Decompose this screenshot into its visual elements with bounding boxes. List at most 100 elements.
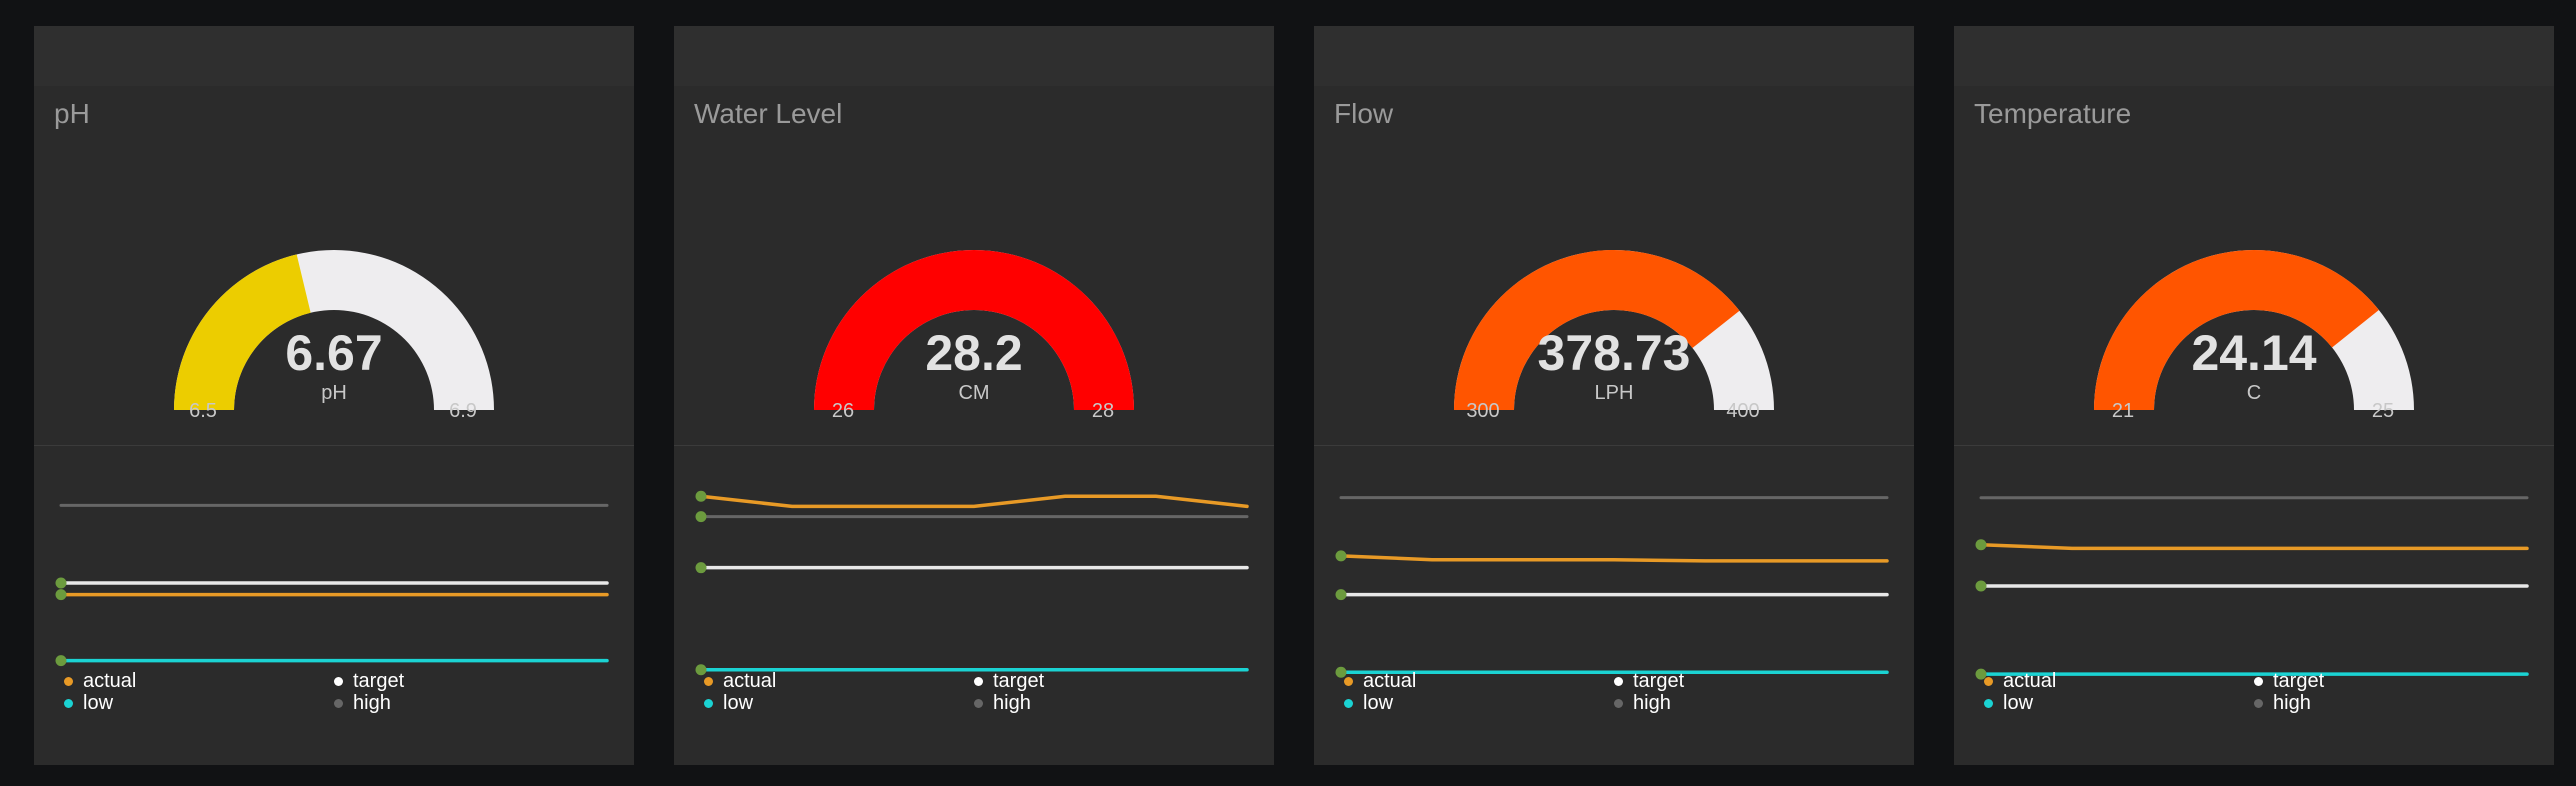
gauge <box>174 250 494 410</box>
legend-item-high[interactable]: high <box>334 692 391 714</box>
legend-item-low[interactable]: low <box>1984 692 2033 714</box>
legend-item-target[interactable]: target <box>974 670 1044 692</box>
legend-label: low <box>83 691 114 714</box>
data-point-actual <box>1975 539 1987 551</box>
legend-dot-actual <box>1344 676 1353 686</box>
divider <box>34 445 634 446</box>
legend-item-low[interactable]: low <box>64 692 113 714</box>
legend-label: high <box>1633 691 1671 714</box>
card-temperature: Temperature 24.14 C 21 25 actual target … <box>1954 26 2554 765</box>
legend-item-low[interactable]: low <box>704 692 753 714</box>
card-title: Flow <box>1334 98 1394 129</box>
legend-dot-high <box>334 698 343 708</box>
legend-item-high[interactable]: high <box>974 692 1031 714</box>
legend-dot-actual <box>64 676 73 686</box>
divider <box>1954 445 2554 446</box>
legend-item-low[interactable]: low <box>1344 692 1393 714</box>
card-flow: Flow 378.73 LPH 300 400 actual target lo… <box>1314 26 1914 765</box>
legend-label: target <box>2273 669 2325 692</box>
legend-label: actual <box>2003 669 2057 692</box>
legend-item-actual[interactable]: actual <box>1344 670 1416 692</box>
data-point-target <box>55 577 67 589</box>
series-line-actual <box>1979 543 2529 551</box>
card-title: Water Level <box>694 98 843 129</box>
gauge-max-label: 28 <box>1091 400 1115 422</box>
gauge-min-label: 26 <box>831 400 855 422</box>
gauge-max-label: 6.9 <box>449 400 477 422</box>
legend-dot-low <box>1984 698 1993 708</box>
data-point-actual <box>1335 550 1347 562</box>
legend-dot-target <box>2254 676 2263 686</box>
divider <box>1314 445 1914 446</box>
data-point-high <box>695 511 707 523</box>
data-point-target <box>695 562 707 574</box>
legend-dot-high <box>974 698 983 708</box>
legend-label: actual <box>1363 669 1417 692</box>
gauge <box>814 249 1134 410</box>
legend-dot-high <box>2254 698 2263 708</box>
legend-label: high <box>353 691 391 714</box>
legend: actual target low high <box>1984 670 2544 730</box>
legend-dot-low <box>64 698 73 708</box>
gauge-unit: C <box>2246 382 2262 404</box>
gauge-min-label: 6.5 <box>189 400 217 422</box>
legend-item-target[interactable]: target <box>1614 670 1684 692</box>
legend-label: low <box>1363 691 1394 714</box>
card-title: Temperature <box>1974 98 2132 129</box>
card-water-level: Water Level 28.2 CM 26 28 actual target … <box>674 26 1274 765</box>
legend-dot-target <box>1614 676 1623 686</box>
legend-dot-actual <box>704 676 713 686</box>
gauge-value: 28.2 <box>925 325 1023 381</box>
card-header-bar <box>1314 26 1914 86</box>
legend: actual target low high <box>704 670 1264 730</box>
legend-label: target <box>993 669 1045 692</box>
gauge <box>1454 249 1774 410</box>
gauge <box>2094 249 2414 410</box>
legend-item-high[interactable]: high <box>1614 692 1671 714</box>
data-point-actual <box>695 490 707 502</box>
gauge-min-label: 300 <box>1466 400 1500 422</box>
series-line-actual <box>699 494 1249 509</box>
legend-item-actual[interactable]: actual <box>704 670 776 692</box>
card-title: pH <box>54 98 90 129</box>
legend: actual target low high <box>1344 670 1904 730</box>
gauge-unit: LPH <box>1594 382 1634 404</box>
data-point-target <box>1335 589 1347 601</box>
legend-item-high[interactable]: high <box>2254 692 2311 714</box>
data-point-target <box>1975 580 1987 592</box>
gauge-max-label: 25 <box>2371 400 2395 422</box>
legend-dot-actual <box>1984 676 1993 686</box>
legend-item-actual[interactable]: actual <box>64 670 136 692</box>
legend-dot-low <box>1344 698 1353 708</box>
card-header-bar <box>34 26 634 86</box>
card-header-bar <box>1954 26 2554 86</box>
legend-item-target[interactable]: target <box>334 670 404 692</box>
gauge-unit: pH <box>321 382 347 404</box>
series-line-actual <box>1339 554 1889 563</box>
legend-label: target <box>1633 669 1685 692</box>
legend-label: target <box>353 669 405 692</box>
legend-label: high <box>993 691 1031 714</box>
legend-label: low <box>2003 691 2034 714</box>
gauge-max-label: 400 <box>1726 400 1760 422</box>
legend-label: actual <box>83 669 137 692</box>
gauge-value: 6.67 <box>285 325 383 381</box>
gauge-unit: CM <box>958 382 990 404</box>
legend-dot-high <box>1614 698 1623 708</box>
gauge-value: 24.14 <box>2191 325 2317 381</box>
legend-dot-low <box>704 698 713 708</box>
gauge-value: 378.73 <box>1537 325 1691 381</box>
legend-item-actual[interactable]: actual <box>1984 670 2056 692</box>
data-point-actual <box>55 589 67 601</box>
legend-dot-target <box>334 676 343 686</box>
divider <box>674 445 1274 446</box>
legend-item-target[interactable]: target <box>2254 670 2324 692</box>
gauge-min-label: 21 <box>2111 400 2135 422</box>
card-ph: pH 6.67 pH 6.5 6.9 actual target low hig… <box>34 26 634 765</box>
legend-dot-target <box>974 676 983 686</box>
legend-label: high <box>2273 691 2311 714</box>
legend: actual target low high <box>64 670 624 730</box>
legend-label: low <box>723 691 754 714</box>
data-point-low <box>55 655 67 667</box>
card-header-bar <box>674 26 1274 86</box>
